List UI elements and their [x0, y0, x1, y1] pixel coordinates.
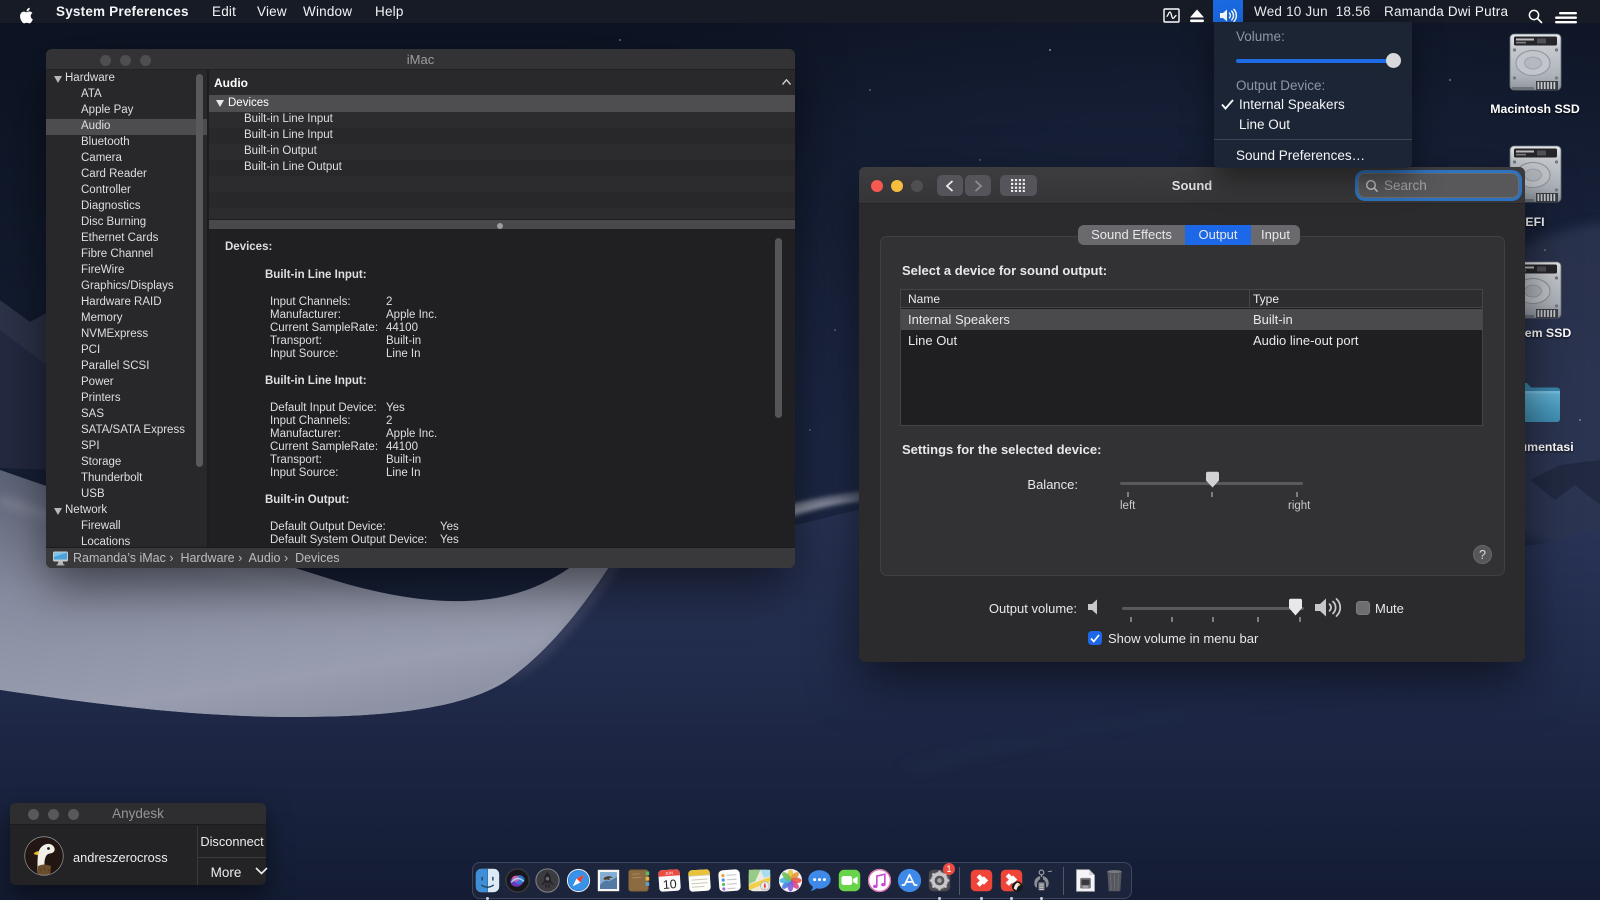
svg-text:JUN: JUN [664, 870, 672, 876]
svg-text:10: 10 [662, 877, 677, 892]
